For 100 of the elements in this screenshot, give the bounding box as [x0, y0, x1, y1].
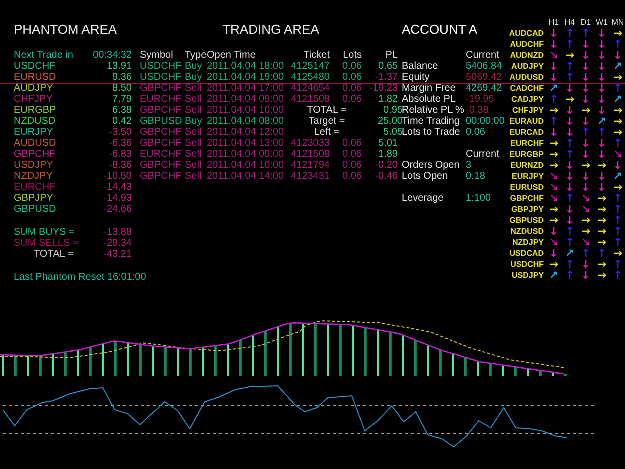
- account-label: Relative PL %: [402, 105, 466, 116]
- pair-symbol: EURCHF: [14, 182, 57, 193]
- trend-arrow: ↓: [613, 160, 623, 171]
- account-value: 5069.42: [466, 72, 502, 83]
- trend-arrow: →: [597, 259, 607, 270]
- trend-arrow: →: [549, 138, 559, 149]
- trend-arrow: ↑: [565, 72, 575, 83]
- account-label: Time Trading: [402, 116, 461, 127]
- pair-symbol: NZDJPY: [14, 171, 54, 182]
- pair-symbol: AUDJPY: [510, 61, 545, 72]
- table-cell-text: 4125147: [290, 61, 331, 72]
- histogram-bar: [477, 361, 480, 376]
- histogram-bar: [40, 356, 42, 376]
- trend-arrow: →: [597, 204, 607, 215]
- trend-arrow: ↗: [549, 270, 559, 281]
- trend-arrow: ↘: [581, 204, 591, 215]
- trend-arrow: ↓: [565, 182, 575, 193]
- trend-arrow: ↑: [613, 204, 623, 215]
- pair-symbol: USDCHF: [510, 259, 545, 270]
- table-cell-text: 4123431: [290, 171, 331, 182]
- trend-arrow: ↓: [581, 149, 591, 160]
- pair-symbol: EURJPY: [14, 127, 54, 138]
- pair-symbol: USDJPY: [510, 270, 545, 281]
- trend-arrow: ↓: [565, 215, 575, 226]
- timeframe-label: W1: [595, 17, 609, 28]
- trend-arrow: ↓: [597, 61, 607, 72]
- trend-arrow: ↓: [581, 83, 591, 94]
- table-cell-text: 2011.04.04 10:00: [207, 160, 286, 171]
- histogram-bar: [77, 350, 80, 376]
- column-header: Current: [466, 50, 500, 61]
- pair-symbol: AUDUSD: [508, 72, 545, 83]
- trend-arrow: ↑: [581, 127, 591, 138]
- trend-arrow: ↓: [565, 160, 575, 171]
- trend-arrow: ↑: [565, 259, 575, 270]
- sum-label: TOTAL =: [33, 249, 75, 260]
- column-header: Type: [185, 50, 207, 61]
- pair-value: -14.93: [102, 193, 132, 204]
- trend-arrow: ↑: [597, 127, 607, 138]
- pair-symbol: USDCHF: [14, 61, 57, 72]
- trend-arrow: →: [613, 72, 623, 83]
- trend-arrow: ↓: [597, 94, 607, 105]
- trend-arrow: →: [613, 182, 623, 193]
- histogram-bar: [277, 327, 280, 376]
- trend-arrow: →: [549, 105, 559, 116]
- pair-value: -14.43: [102, 182, 132, 193]
- histogram-bar: [27, 356, 30, 376]
- trend-arrow: ↗: [613, 61, 623, 72]
- table-cell-text: 2011.04.04 18:00: [207, 61, 286, 72]
- trend-arrow: ↘: [549, 237, 559, 248]
- table-cell-text: 4121508: [290, 94, 331, 105]
- table-cell-text: Sell: [185, 127, 203, 138]
- account-label: Lots to Trade: [402, 127, 462, 138]
- histogram-bar: [390, 332, 392, 376]
- pair-symbol: USDJPY: [14, 160, 54, 171]
- pair-symbol: EURAUD: [508, 116, 545, 127]
- trend-arrow: →: [597, 226, 607, 237]
- trend-arrow: ↓: [549, 127, 559, 138]
- trend-arrow: ↓: [581, 138, 591, 149]
- trend-arrow: ↓: [581, 182, 591, 193]
- trend-arrow: →: [613, 116, 623, 127]
- pair-value: -3.50: [108, 127, 132, 138]
- pair-symbol: GBPUSD: [508, 215, 545, 226]
- trend-arrow: ↑: [565, 270, 575, 281]
- trend-arrow: ↘: [549, 50, 559, 61]
- trend-arrow: ↓: [549, 226, 559, 237]
- histogram-bar: [152, 346, 154, 376]
- sum-label: SUM SELLS =: [14, 238, 80, 249]
- table-cell-text: 4123033: [290, 138, 331, 149]
- account-value: -19.95: [466, 94, 494, 105]
- histogram-bar: [202, 347, 204, 376]
- histogram-bar: [114, 341, 117, 376]
- histogram-bar: [402, 335, 404, 376]
- histogram-bar: [540, 370, 542, 376]
- column-header: Current: [466, 149, 500, 160]
- histogram-bar: [227, 344, 230, 376]
- timeframe-label: H4: [564, 17, 576, 28]
- histogram-bar: [414, 340, 417, 376]
- histogram-bar: [527, 368, 530, 376]
- sum-value: -43.21: [102, 249, 132, 260]
- trend-arrow: ↓: [565, 105, 575, 116]
- summary-label: Left =: [313, 127, 341, 138]
- pair-symbol: GBPCHF: [14, 149, 57, 160]
- pair-value: -10.50: [102, 171, 132, 182]
- pair-symbol: AUDCAD: [508, 28, 545, 39]
- histogram-bar: [127, 342, 130, 376]
- histogram-bar: [240, 340, 242, 376]
- histogram-bar: [464, 358, 467, 376]
- table-cell-text: 1.82: [378, 94, 399, 105]
- trend-arrow: →: [597, 160, 607, 171]
- trend-arrow: ↘: [549, 182, 559, 193]
- histogram-bar: [90, 347, 92, 376]
- trend-arrow: ↗: [549, 83, 559, 94]
- trend-arrow: →: [549, 149, 559, 160]
- trend-arrow: ↘: [581, 193, 591, 204]
- trend-arrow: →: [613, 28, 623, 39]
- trend-arrow: →: [581, 105, 591, 116]
- account-label: Lots Open: [402, 171, 450, 182]
- pair-symbol: AUDUSD: [14, 138, 58, 149]
- pair-value: -8.36: [108, 160, 132, 171]
- table-cell-text: USDCHF: [140, 61, 183, 72]
